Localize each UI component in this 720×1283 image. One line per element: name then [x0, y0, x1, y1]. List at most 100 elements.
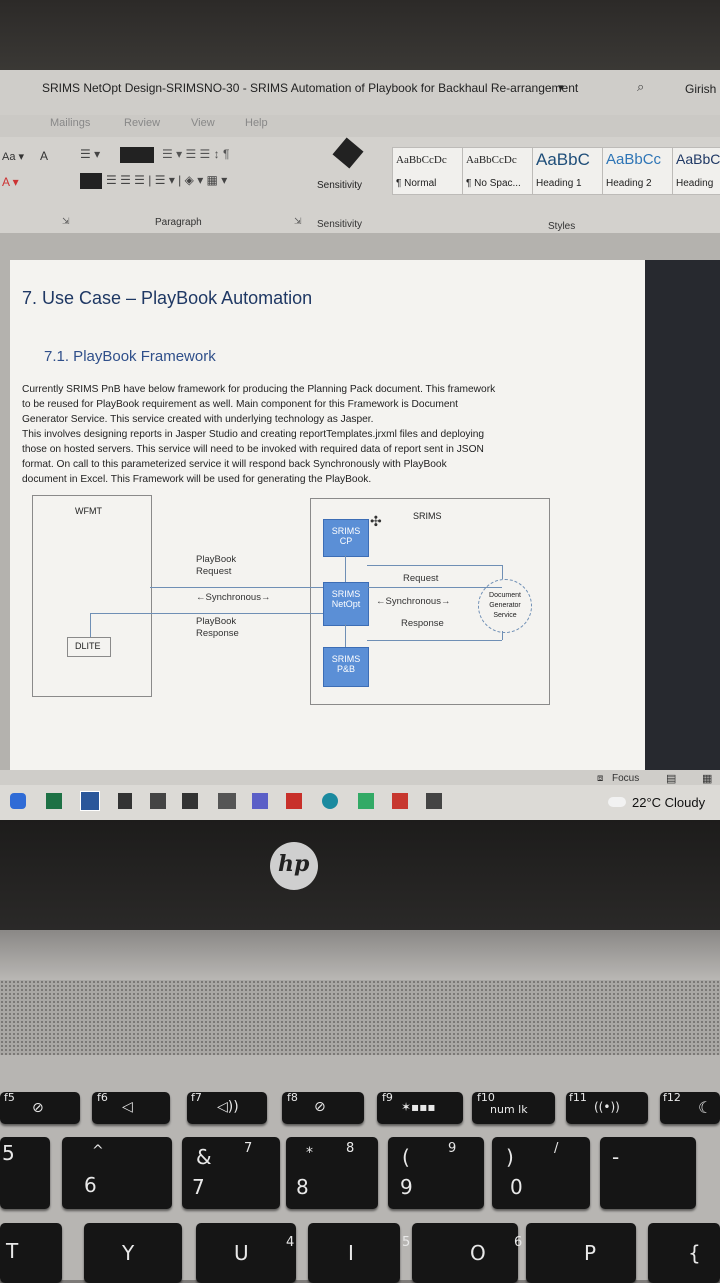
key-u[interactable]: U 4 [196, 1223, 296, 1283]
edge-icon[interactable] [322, 793, 338, 809]
skype-icon[interactable] [10, 793, 26, 809]
paragraph-dialog-launcher-icon[interactable]: ⇲ [294, 216, 302, 227]
style-no-spacing[interactable]: AaBbCcDc ¶ No Spac... [462, 147, 534, 195]
key-9-shift-label: ( [402, 1145, 410, 1169]
key-f5[interactable]: f5 ⊘ [0, 1091, 80, 1124]
key-6[interactable]: ^ 6 [62, 1137, 172, 1209]
menu-review[interactable]: Review [124, 117, 160, 129]
read-mode-icon[interactable]: ▤ [666, 772, 676, 785]
search-icon[interactable]: ⌕ [637, 79, 644, 95]
excel-icon[interactable] [46, 793, 62, 809]
srims-label: SRIMS [413, 511, 442, 521]
key-bracket[interactable]: { [648, 1223, 720, 1283]
playbook-response-line1: PlayBook [196, 616, 237, 627]
synchronous-left-label: ←Synchronous→ [196, 592, 271, 603]
key-p-label: P [584, 1241, 597, 1265]
numbering-icon[interactable] [120, 147, 154, 163]
key-5[interactable]: 5 [0, 1137, 50, 1209]
menu-view[interactable]: View [191, 117, 215, 129]
key-f12[interactable]: f12 ☾ [660, 1091, 720, 1124]
bullets-icon[interactable]: ☰ ▾ [80, 147, 100, 161]
style-heading-1[interactable]: AaBbC Heading 1 [532, 147, 604, 195]
docgen-line1: Document [489, 592, 521, 599]
key-o[interactable]: O 6 [412, 1223, 522, 1283]
key-f7[interactable]: f7 ◁)) [187, 1091, 267, 1124]
key-f10[interactable]: f10 num lk [472, 1091, 555, 1124]
brightness-icon: ✶▪▪▪ [401, 1100, 436, 1114]
key-8[interactable]: * 8 8 [286, 1137, 378, 1209]
align-icons[interactable]: ☰ ☰ ☰ | ☰ ▾ | ◈ ▾ ▦ ▾ [106, 173, 227, 187]
terminal-icon[interactable] [426, 793, 442, 809]
docgen-connector-bottom [502, 631, 503, 640]
key-t-label: T [6, 1239, 19, 1263]
srims-netopt-box: SRIMS NetOpt [323, 582, 369, 626]
paragraph-toolbar-row1: ☰ ▾ ☰ ▾ ☰ ☰ ↕ ¶ [80, 147, 290, 165]
key-t[interactable]: T [0, 1223, 62, 1283]
key-f9-label: f9 [382, 1091, 393, 1104]
key-f8[interactable]: f8 ⊘ [282, 1091, 364, 1124]
indent-icons[interactable]: ☰ ▾ ☰ ☰ ↕ ¶ [162, 147, 229, 161]
body-line-7: document in Excel. This Framework will b… [22, 474, 372, 485]
key-f7-label: f7 [191, 1091, 202, 1104]
sensitivity-icon[interactable] [332, 137, 364, 169]
filezilla-icon[interactable] [392, 793, 408, 809]
app-icon[interactable] [358, 793, 374, 809]
photos-icon[interactable] [182, 793, 198, 809]
style-normal-sample: AaBbCcDc [396, 154, 447, 166]
notepad-icon[interactable] [150, 793, 166, 809]
focus-icon[interactable]: ⧈ [597, 773, 603, 784]
title-dropdown-icon[interactable]: ▾ [558, 81, 564, 94]
word-icon[interactable] [80, 791, 100, 811]
key-7[interactable]: & 7 7 [182, 1137, 280, 1209]
style-heading-3-label: Heading [676, 178, 714, 189]
weather-text[interactable]: 22°C Cloudy [632, 795, 705, 810]
mute-icon: ⊘ [314, 1099, 326, 1115]
style-heading-1-sample: AaBbC [536, 150, 590, 169]
key-f11-label: f11 [569, 1091, 587, 1104]
sensitivity-button[interactable]: Sensitivity [317, 180, 362, 191]
print-layout-icon[interactable]: ▦ [702, 772, 712, 785]
srims-cp-line2: CP [339, 536, 353, 546]
body-line-5: those on hosted servers. This service wi… [22, 444, 484, 455]
key-f11[interactable]: f11 ((•)) [566, 1091, 648, 1124]
key-u-numpad-label: 4 [286, 1235, 295, 1250]
acrobat-icon[interactable] [286, 793, 302, 809]
key-i[interactable]: I 5 [308, 1223, 410, 1283]
key-0[interactable]: ) 0 / [492, 1137, 590, 1209]
dark-side-panel [645, 260, 720, 780]
style-no-spacing-label: ¶ No Spac... [466, 178, 521, 189]
wfmt-box: WFMT [32, 495, 152, 697]
focus-button[interactable]: Focus [612, 773, 639, 784]
style-heading-1-label: Heading 1 [536, 178, 582, 189]
key-9[interactable]: ( 9 9 [388, 1137, 484, 1209]
hp-logo: hp [270, 842, 318, 890]
key-p[interactable]: P [526, 1223, 636, 1283]
key-7-numpad-label: 7 [244, 1141, 253, 1156]
key-i-numpad-label: 5 [402, 1235, 411, 1250]
style-heading-2[interactable]: AaBbCc Heading 2 [602, 147, 674, 195]
change-case-icon[interactable]: Aa ▾ [2, 150, 24, 163]
key-minus[interactable]: - [600, 1137, 696, 1209]
style-normal[interactable]: AaBbCcDc ¶ Normal [392, 147, 464, 195]
cloud-icon [608, 797, 626, 807]
align-left-icon[interactable] [80, 173, 102, 189]
teams-icon[interactable] [252, 793, 268, 809]
clear-format-icon[interactable]: A [40, 149, 48, 163]
sensitivity-group-label: Sensitivity [317, 219, 363, 230]
key-minus-label: - [612, 1145, 620, 1169]
key-y[interactable]: Y [84, 1223, 182, 1283]
document-page[interactable]: 7. Use Case – PlayBook Automation 7.1. P… [10, 260, 645, 780]
key-f9[interactable]: f9 ✶▪▪▪ [377, 1091, 463, 1124]
style-heading-3[interactable]: AaBbC Heading [672, 147, 720, 195]
key-6-label: 6 [84, 1173, 97, 1197]
font-dialog-launcher-icon[interactable]: ⇲ [62, 216, 70, 227]
user-name[interactable]: Girish S [685, 82, 720, 96]
menu-mailings[interactable]: Mailings [50, 117, 90, 129]
file-icon[interactable] [118, 793, 132, 809]
menu-help[interactable]: Help [245, 117, 268, 129]
key-y-label: Y [122, 1241, 135, 1265]
menu-bar: Mailings Review View Help [0, 115, 720, 137]
snipping-icon[interactable] [218, 793, 236, 809]
font-color-icon[interactable]: A ▾ [2, 175, 19, 189]
key-f6[interactable]: f6 ◁ [92, 1091, 170, 1124]
